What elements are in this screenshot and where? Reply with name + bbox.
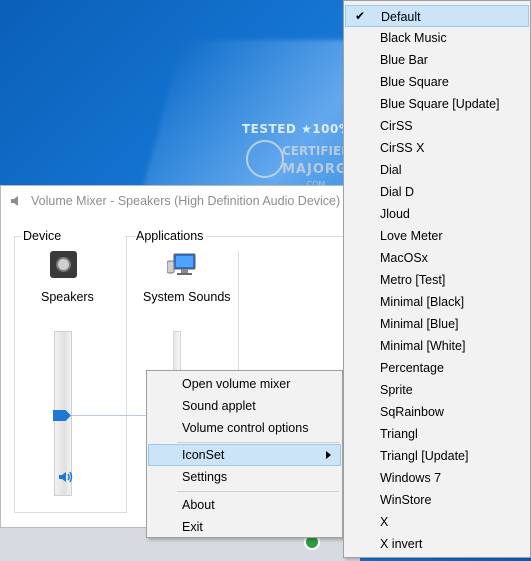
iconset-item[interactable]: X: [345, 511, 529, 533]
iconset-item[interactable]: Metro [Test]: [345, 269, 529, 291]
device-name: Speakers: [41, 290, 94, 304]
iconset-item[interactable]: Windows 7: [345, 467, 529, 489]
checkmark-icon: ✔: [354, 9, 366, 23]
iconset-item[interactable]: Dial: [345, 159, 529, 181]
iconset-item[interactable]: Blue Bar: [345, 49, 529, 71]
iconset-item[interactable]: Sprite: [345, 379, 529, 401]
applications-section-label: Applications: [136, 229, 204, 243]
window-titlebar[interactable]: Volume Mixer - Speakers (High Definition…: [1, 186, 351, 216]
iconset-item-default[interactable]: ✔ Default: [345, 5, 529, 27]
menu-separator: [177, 491, 339, 492]
menu-item-volume-control-options[interactable]: Volume control options: [148, 417, 341, 439]
submenu-arrow-icon: [326, 451, 331, 459]
app-name: System Sounds: [143, 290, 231, 304]
system-sounds-icon: [167, 253, 196, 275]
window-title: Volume Mixer - Speakers (High Definition…: [31, 194, 341, 208]
iconset-item[interactable]: Jloud: [345, 203, 529, 225]
iconset-item[interactable]: Love Meter: [345, 225, 529, 247]
iconset-item[interactable]: Black Music: [345, 27, 529, 49]
speaker-device-icon: [50, 251, 77, 278]
iconset-item[interactable]: Triangl: [345, 423, 529, 445]
iconset-item[interactable]: X invert: [345, 533, 529, 555]
menu-item-about[interactable]: About: [148, 494, 341, 516]
iconset-item[interactable]: Percentage: [345, 357, 529, 379]
iconset-item[interactable]: Dial D: [345, 181, 529, 203]
mute-toggle-icon[interactable]: [58, 470, 74, 484]
iconset-item[interactable]: Blue Square: [345, 71, 529, 93]
tray-context-menu: Open volume mixer Sound applet Volume co…: [146, 370, 343, 538]
menu-item-open-volume-mixer[interactable]: Open volume mixer: [148, 373, 341, 395]
peak-meter-line: [71, 415, 149, 416]
iconset-item[interactable]: SqRainbow: [345, 401, 529, 423]
iconset-item[interactable]: WinStore: [345, 489, 529, 511]
iconset-item[interactable]: Minimal [White]: [345, 335, 529, 357]
iconset-item[interactable]: CirSS X: [345, 137, 529, 159]
iconset-submenu: ✔ Default Black Music Blue Bar Blue Squa…: [343, 0, 531, 558]
menu-item-iconset[interactable]: IconSet: [148, 444, 341, 466]
iconset-item[interactable]: Blue Square [Update]: [345, 93, 529, 115]
device-section-label: Device: [23, 229, 62, 243]
iconset-item[interactable]: Minimal [Blue]: [345, 313, 529, 335]
iconset-item[interactable]: Minimal [Black]: [345, 291, 529, 313]
menu-item-sound-applet[interactable]: Sound applet: [148, 395, 341, 417]
iconset-item[interactable]: MacOSx: [345, 247, 529, 269]
iconset-item[interactable]: Triangl [Update]: [345, 445, 529, 467]
menu-item-exit[interactable]: Exit: [148, 516, 341, 538]
menu-item-settings[interactable]: Settings: [148, 466, 341, 488]
iconset-item[interactable]: CirSS: [345, 115, 529, 137]
speaker-icon: [11, 196, 18, 206]
menu-separator: [177, 442, 339, 443]
